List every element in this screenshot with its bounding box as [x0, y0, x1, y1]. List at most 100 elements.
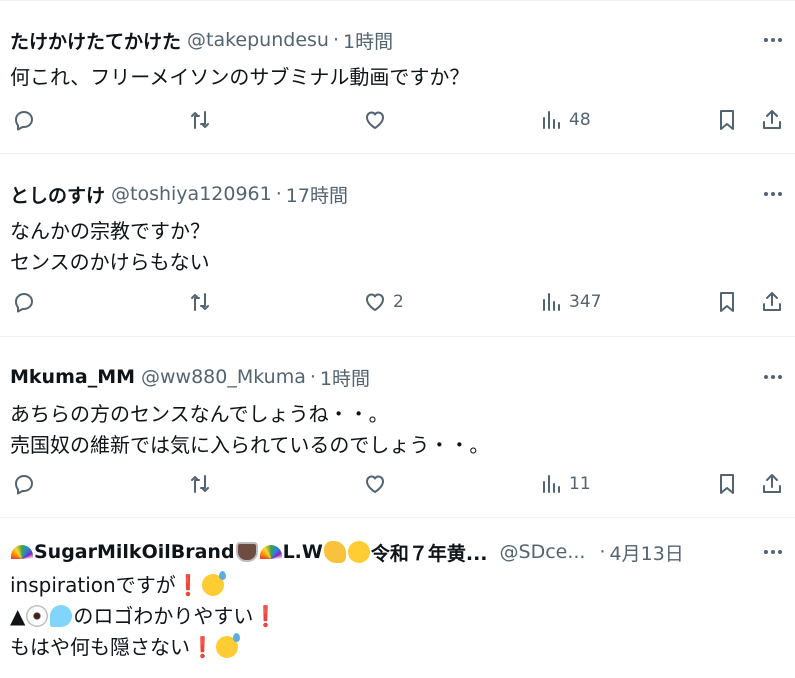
grinning-sweat-emoji-icon — [201, 571, 226, 596]
views-icon — [543, 111, 560, 129]
separator-dot: · — [275, 183, 282, 205]
tweet-header: SugarMilkOilBrand L.W 令和７年黄... @SDce... … — [10, 539, 684, 566]
views-count: 347 — [569, 292, 602, 312]
tweet-text-line: もはや何も隠さない❗ — [10, 632, 278, 663]
coffee-emoji-icon — [235, 542, 258, 562]
tweet-header: Mkuma_MM @ww880_Mkuma · 1時間 — [10, 364, 370, 391]
tweet[interactable]: Mkuma_MM @ww880_Mkuma · 1時間 あちらの方のセンスなんで… — [0, 337, 795, 518]
tweet-text-line: ▲ のロゴわかりやすい❗ — [10, 601, 278, 632]
heart-icon — [366, 293, 384, 311]
timestamp[interactable]: 1時間 — [343, 27, 393, 54]
views-count: 11 — [569, 474, 591, 494]
tweet-text-line: なんかの宗教ですか？ — [10, 219, 210, 243]
display-name[interactable]: たけかけたてかけた — [10, 27, 181, 54]
rainbow-emoji-icon — [259, 545, 282, 559]
more-icon[interactable] — [761, 182, 785, 206]
bookmark-icon — [720, 110, 734, 130]
reply-button[interactable] — [12, 472, 36, 496]
tweet-text: なんかの宗教ですか？ センスのかけらもない — [10, 216, 210, 278]
separator-dot: · — [599, 541, 606, 563]
like-button[interactable]: 2 — [363, 290, 404, 314]
exclamation-emoji-icon: ❗ — [190, 635, 215, 659]
reply-button[interactable] — [12, 290, 36, 314]
retweet-icon — [191, 111, 209, 129]
speech-bubble-emoji-icon — [50, 605, 73, 627]
views-icon — [543, 293, 560, 311]
share-button[interactable] — [760, 290, 784, 314]
display-name-part[interactable]: L.W — [283, 541, 323, 563]
like-button[interactable] — [363, 108, 393, 132]
tweet[interactable]: SugarMilkOilBrand L.W 令和７年黄... @SDce... … — [0, 518, 795, 678]
tweet[interactable]: としのすけ @toshiya120961 · 17時間 なんかの宗教ですか？ セ… — [0, 154, 795, 337]
timestamp[interactable]: 4月13日 — [610, 539, 684, 566]
retweet-button[interactable] — [188, 108, 212, 132]
heart-icon — [366, 475, 384, 493]
text-segment: のロゴわかりやすい — [73, 604, 254, 628]
tweet-text: あちらの方のセンスなんでしょうね・・。 売国奴の維新では気に入られているのでしょ… — [10, 399, 489, 461]
views-icon — [543, 475, 560, 493]
heart-icon — [366, 111, 384, 129]
tweet-text-line: センスのかけらもない — [10, 250, 210, 274]
bookmark-button[interactable] — [715, 108, 739, 132]
views-button[interactable]: 347 — [539, 290, 601, 314]
retweet-icon — [191, 475, 209, 493]
more-icon[interactable] — [761, 540, 785, 564]
tweet-text-line: inspirationですが❗ — [10, 570, 278, 601]
tweet[interactable]: たけかけたてかけた @takepundesu · 1時間 何これ、フリーメイソン… — [0, 0, 795, 154]
more-icon[interactable] — [761, 365, 785, 389]
rainbow-emoji-icon — [11, 545, 33, 559]
display-name[interactable]: Mkuma_MM — [10, 366, 135, 388]
bookmark-icon — [720, 474, 734, 494]
separator-dot: · — [332, 29, 340, 51]
tweet-text: 何これ、フリーメイソンのサブミナル動画ですか？ — [10, 62, 469, 93]
share-icon — [763, 474, 781, 493]
tweet-text-line: 何これ、フリーメイソンのサブミナル動画ですか？ — [10, 65, 470, 89]
user-handle[interactable]: @takepundesu — [187, 29, 329, 51]
retweet-button[interactable] — [188, 472, 212, 496]
exclamation-emoji-icon: ❗ — [175, 573, 201, 597]
display-name-part[interactable]: 令和７年黄... — [371, 539, 488, 566]
reply-feed: たけかけたてかけた @takepundesu · 1時間 何これ、フリーメイソン… — [0, 0, 795, 678]
tweet-text: inspirationですが❗ ▲ のロゴわかりやすい❗ もはや何も隠さない❗ — [10, 570, 278, 663]
share-button[interactable] — [760, 472, 784, 496]
share-icon — [763, 110, 781, 129]
timestamp[interactable]: 17時間 — [286, 181, 348, 208]
tweet-text-line: あちらの方のセンスなんでしょうね・・。 — [10, 402, 389, 426]
retweet-button[interactable] — [188, 290, 212, 314]
action-bar: 11 — [0, 472, 795, 496]
eye-emoji-icon — [26, 605, 49, 627]
more-icon[interactable] — [761, 28, 785, 52]
tweet-text-line: 売国奴の維新では気に入られているのでしょう・・。 — [10, 433, 490, 457]
reply-icon — [15, 111, 33, 131]
bookmark-button[interactable] — [715, 472, 739, 496]
action-bar: 48 — [0, 108, 795, 132]
separator-dot: · — [309, 366, 316, 388]
user-handle[interactable]: @ww880_Mkuma — [141, 366, 306, 388]
bookmark-button[interactable] — [715, 290, 739, 314]
like-count: 2 — [393, 292, 404, 312]
tweet-header: たけかけたてかけた @takepundesu · 1時間 — [10, 27, 393, 54]
views-button[interactable]: 11 — [539, 472, 591, 496]
grinning-sweat-emoji-icon — [215, 633, 240, 658]
grinning-face-emoji-icon — [347, 541, 370, 563]
reply-icon — [15, 293, 33, 313]
reply-icon — [15, 475, 33, 495]
display-name[interactable]: SugarMilkOilBrand — [34, 541, 235, 563]
timestamp[interactable]: 1時間 — [320, 364, 370, 391]
user-handle[interactable]: @SDce... — [500, 541, 586, 563]
exclamation-emoji-icon: ❗ — [253, 604, 279, 628]
text-segment: inspirationですが — [10, 573, 176, 597]
share-button[interactable] — [760, 108, 784, 132]
triangle-glyph: ▲ — [10, 604, 26, 628]
like-button[interactable] — [363, 472, 393, 496]
text-segment: もはや何も隠さない — [10, 635, 190, 659]
tweet-header: としのすけ @toshiya120961 · 17時間 — [10, 181, 348, 208]
share-icon — [763, 292, 781, 311]
bookmark-icon — [720, 292, 734, 312]
reply-button[interactable] — [12, 108, 36, 132]
action-bar: 2 347 — [0, 290, 795, 314]
views-button[interactable]: 48 — [539, 108, 591, 132]
views-count: 48 — [569, 110, 591, 130]
user-handle[interactable]: @toshiya120961 — [111, 183, 272, 205]
display-name[interactable]: としのすけ — [10, 181, 105, 208]
